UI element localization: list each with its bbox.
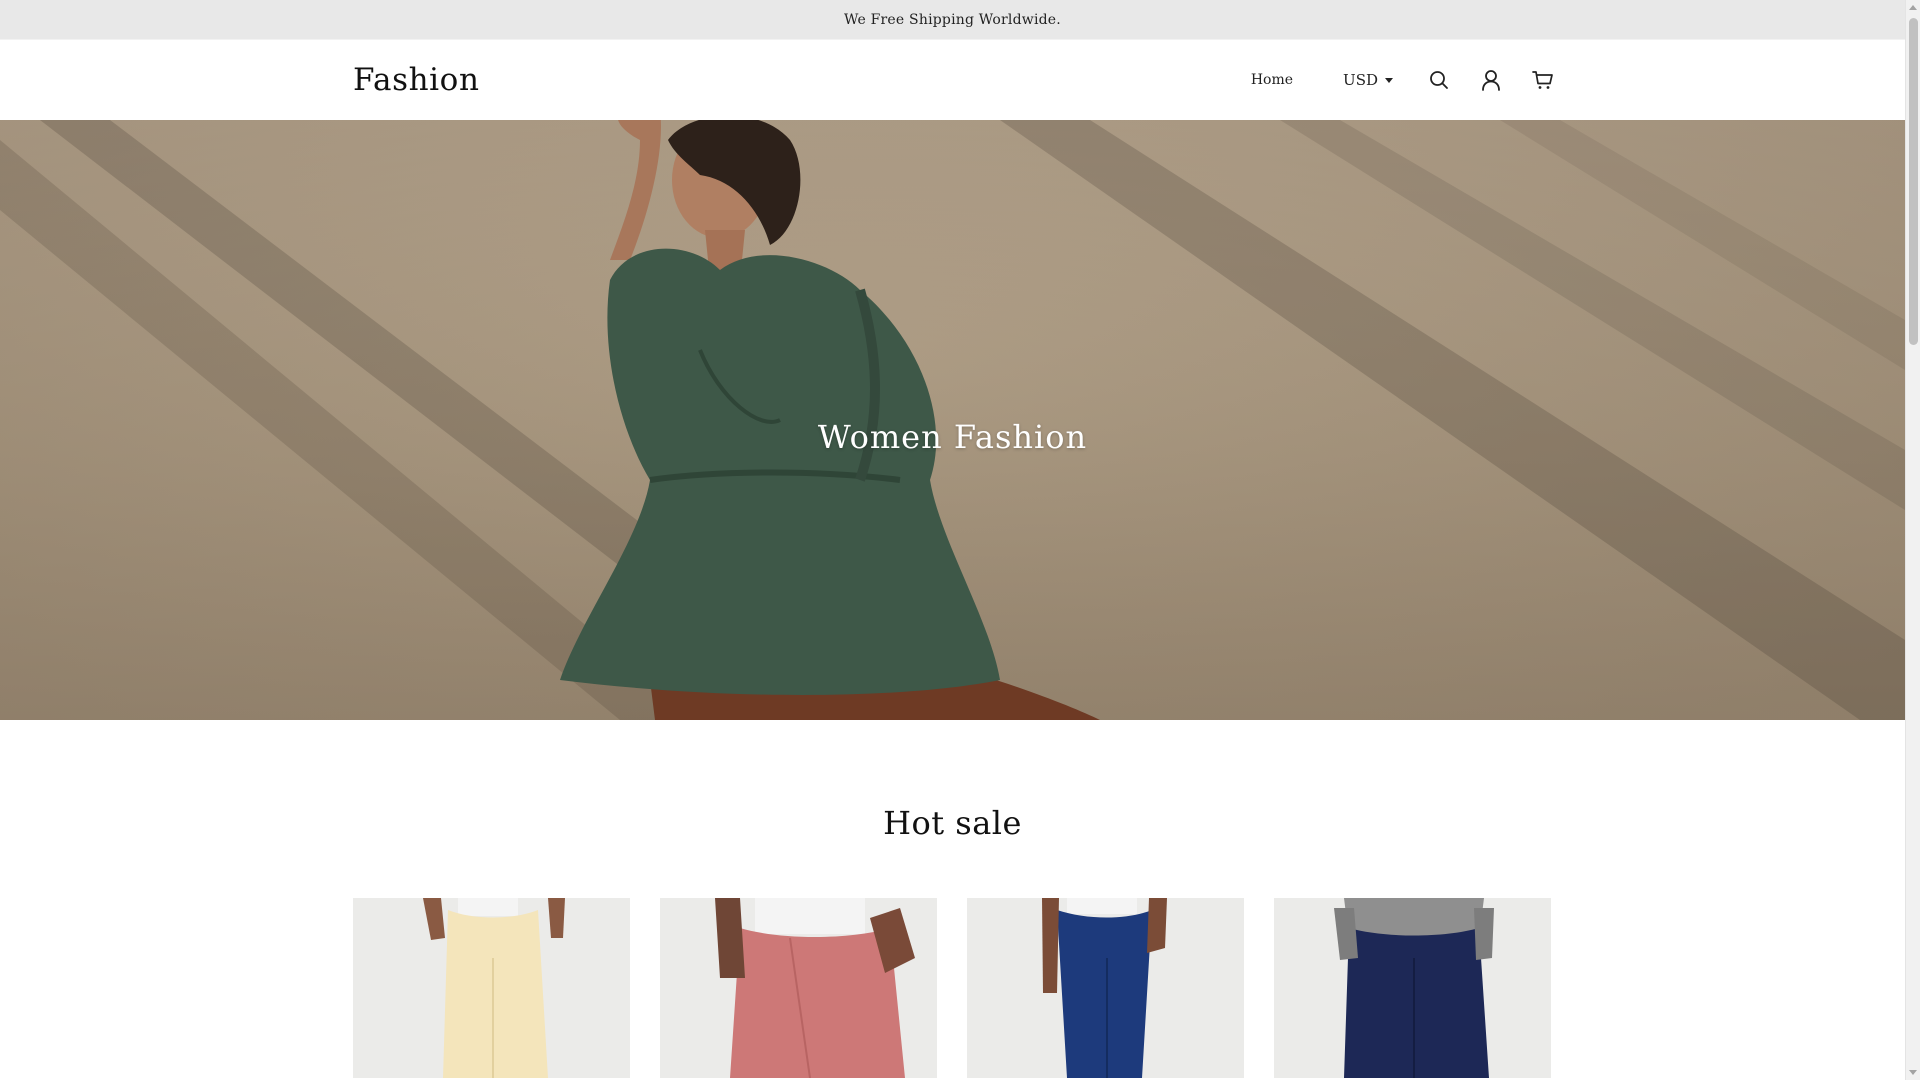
cart-icon xyxy=(1532,71,1553,89)
announcement-bar: We Free Shipping Worldwide. xyxy=(0,0,1905,39)
caret-down-icon xyxy=(1385,78,1393,83)
scroll-thumb[interactable] xyxy=(1909,18,1918,345)
product-card[interactable] xyxy=(967,898,1244,1078)
currency-value: USD xyxy=(1343,71,1378,89)
page: We Free Shipping Worldwide. Fashion Home… xyxy=(0,0,1920,1080)
product-image xyxy=(353,898,630,1078)
product-image xyxy=(967,898,1244,1078)
hero-banner[interactable]: Women Fashion xyxy=(0,120,1905,720)
scroll-up-arrow-icon[interactable] xyxy=(1909,5,1917,10)
account-icon xyxy=(1482,70,1500,91)
search-button[interactable] xyxy=(1427,68,1451,92)
product-card[interactable] xyxy=(660,898,937,1078)
product-card[interactable] xyxy=(1274,898,1551,1078)
product-card[interactable] xyxy=(353,898,630,1078)
product-image xyxy=(660,898,937,1078)
viewport: We Free Shipping Worldwide. Fashion Home… xyxy=(0,0,1905,1080)
product-grid xyxy=(0,898,1905,1078)
page-scrollbar[interactable] xyxy=(1905,0,1920,1080)
product-image xyxy=(1274,898,1551,1078)
site-logo[interactable]: Fashion xyxy=(353,62,480,98)
header-actions: Home USD xyxy=(1251,68,1555,92)
announcement-text: We Free Shipping Worldwide. xyxy=(844,11,1061,28)
site-header: Fashion Home USD xyxy=(0,39,1905,120)
search-icon xyxy=(1430,71,1448,89)
nav-home-link[interactable]: Home xyxy=(1251,72,1293,88)
hero-title: Women Fashion xyxy=(817,418,1088,456)
cart-button[interactable] xyxy=(1531,68,1555,92)
currency-selector[interactable]: USD xyxy=(1343,71,1393,89)
scroll-down-arrow-icon[interactable] xyxy=(1909,1070,1917,1075)
account-button[interactable] xyxy=(1479,68,1503,92)
hot-sale-title: Hot sale xyxy=(883,804,1022,842)
